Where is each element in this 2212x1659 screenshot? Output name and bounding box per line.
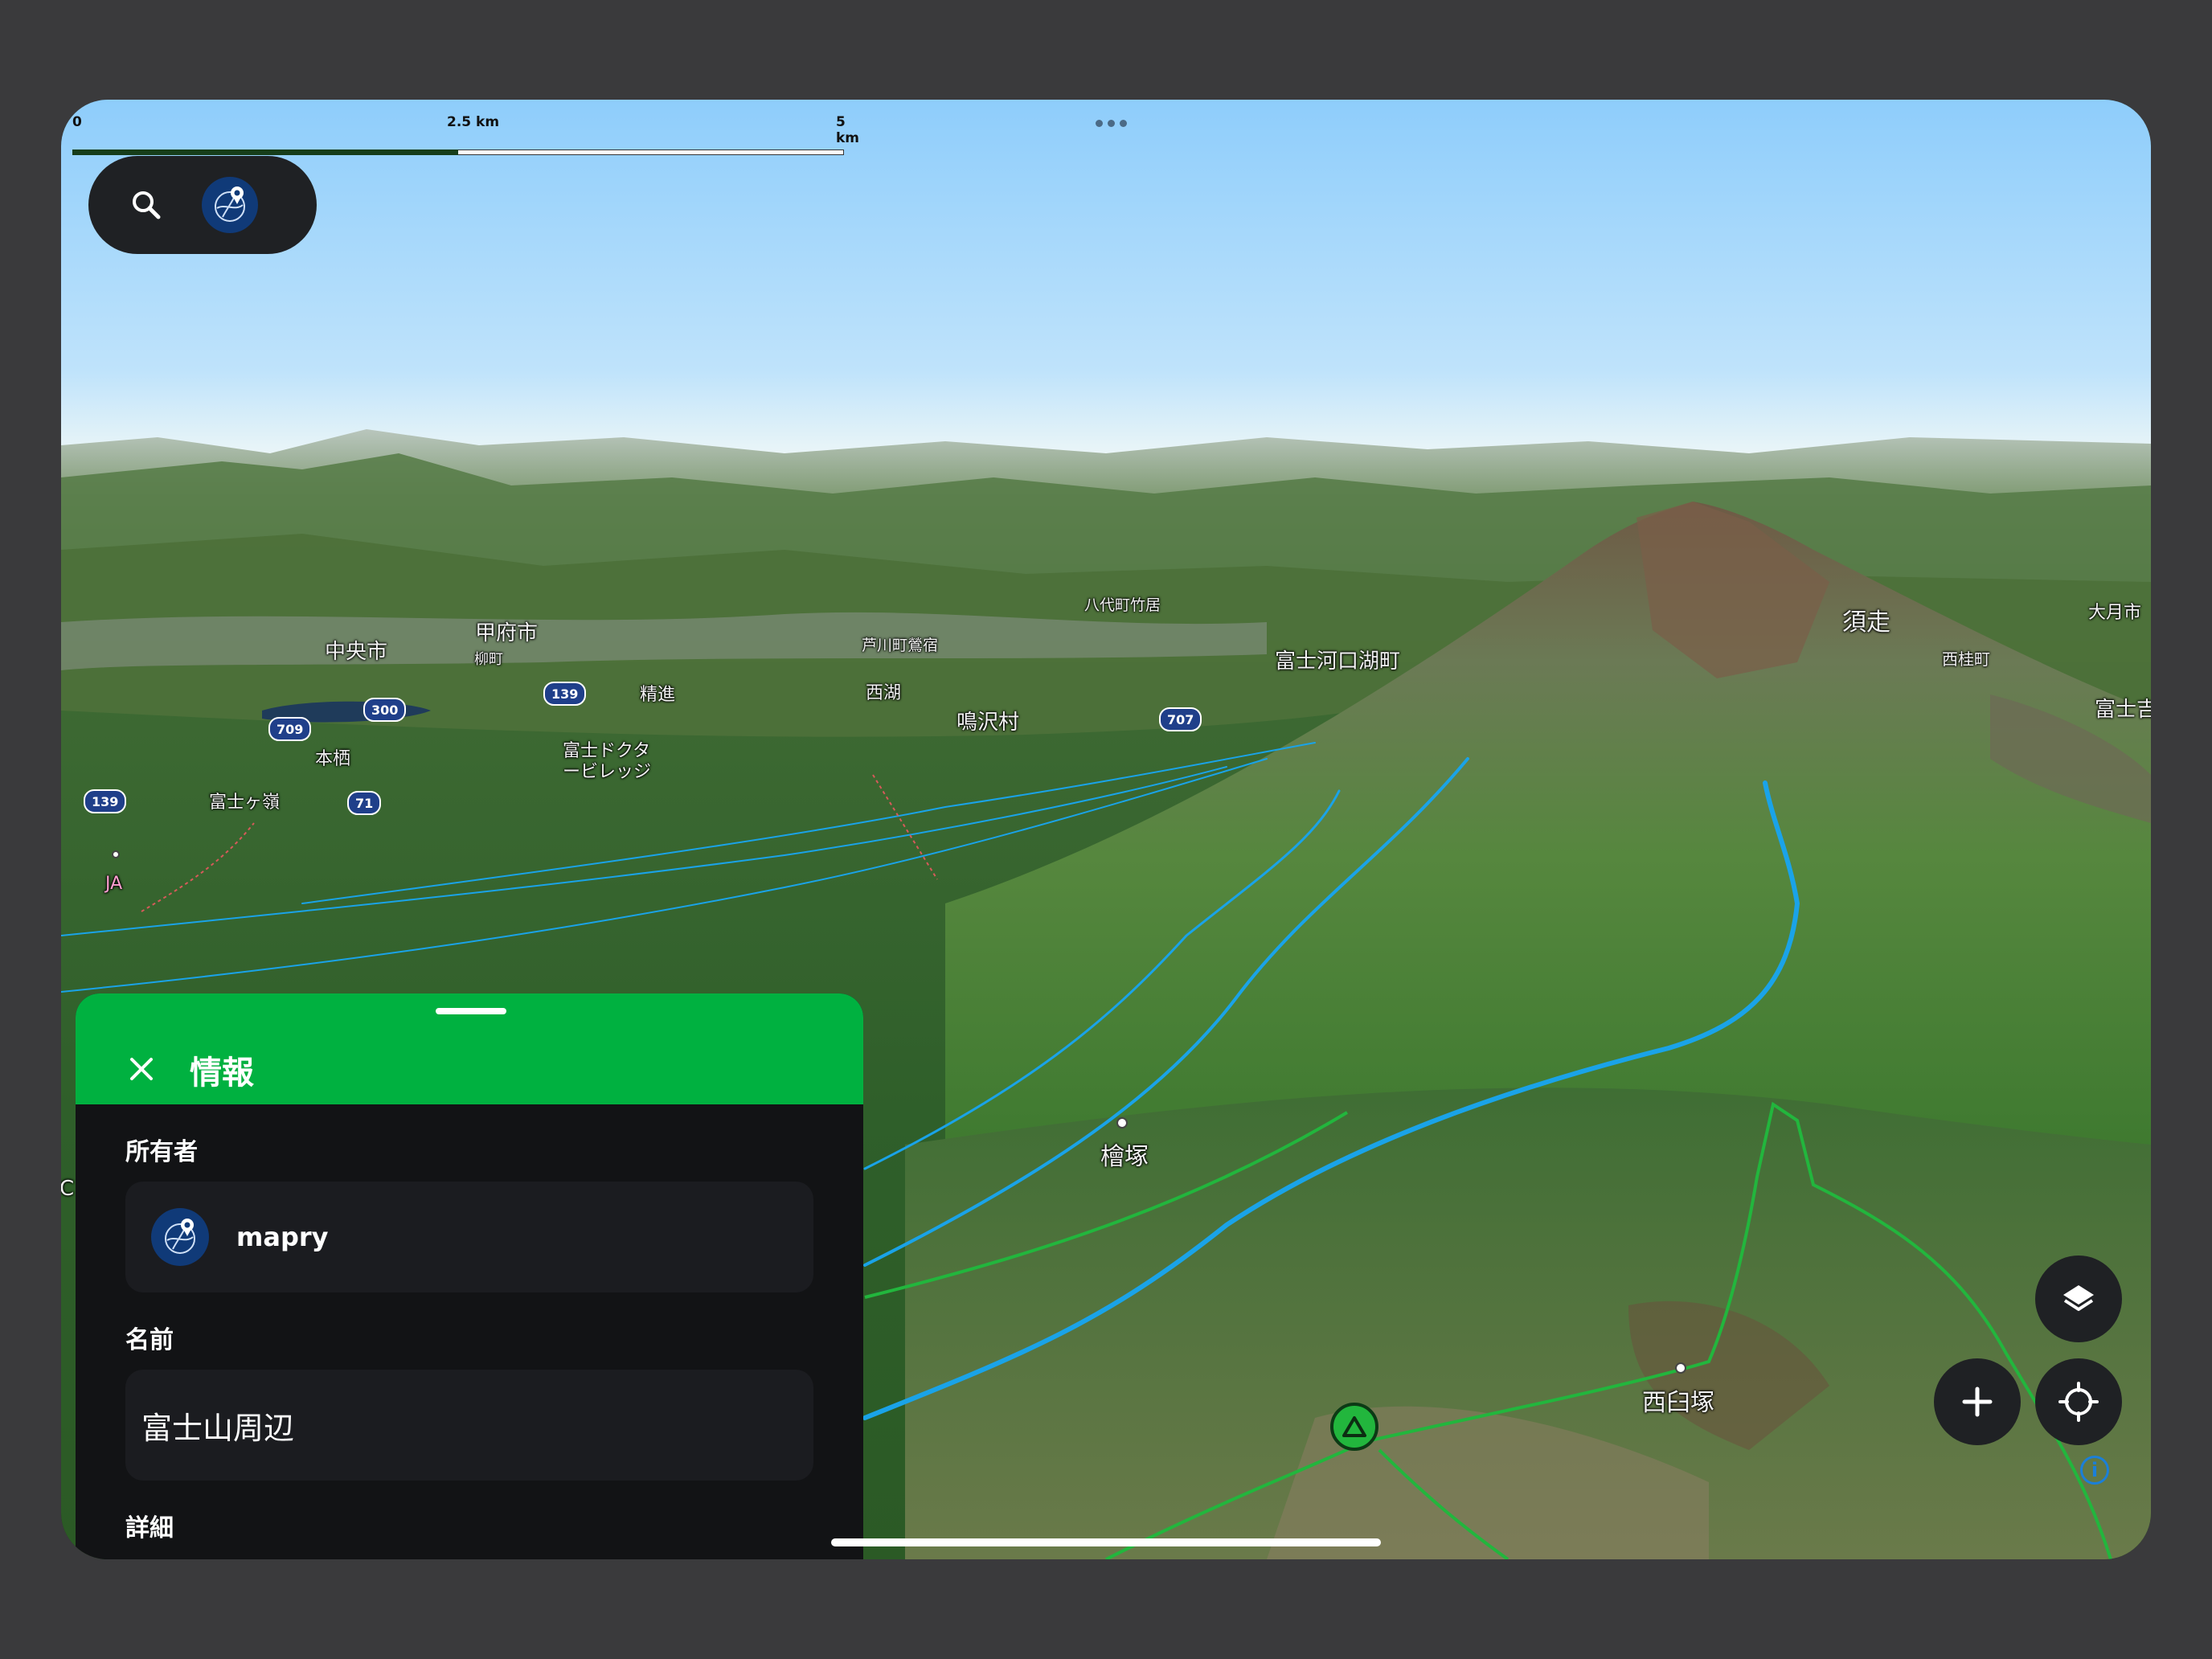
place-label[interactable]: 富士河口湖町 (1275, 645, 1400, 674)
mapry-logo-icon (202, 177, 258, 233)
place-label[interactable]: C (61, 1177, 74, 1201)
crosshair-icon (2058, 1382, 2099, 1422)
place-point (112, 850, 120, 858)
place-label[interactable]: 檜塚 (1100, 1137, 1149, 1172)
sheet-header: 情報 (76, 993, 863, 1104)
road-shield[interactable]: 71 (347, 791, 382, 815)
add-button[interactable] (1934, 1358, 2021, 1445)
avatar (151, 1208, 209, 1266)
place-label[interactable]: 八代町竹居 (1084, 593, 1161, 615)
road-shield[interactable]: 300 (363, 698, 407, 722)
sheet-grabber[interactable] (436, 1008, 506, 1014)
home-indicator[interactable] (831, 1538, 1381, 1546)
place-point (1675, 1362, 1686, 1374)
search-button[interactable] (113, 171, 180, 239)
details-label: 詳細 (125, 1514, 174, 1542)
place-label[interactable]: 鳴沢村 (956, 706, 1019, 735)
place-label[interactable]: 富士吉 (2095, 693, 2151, 723)
scale-label-2-5km: 2.5 km (447, 114, 500, 130)
road-shield[interactable]: 709 (268, 717, 312, 741)
sheet-title: 情報 (190, 1055, 254, 1092)
owner-name: mapry (236, 1222, 329, 1252)
place-label[interactable]: 中央市 (325, 635, 387, 665)
mapry-logo-icon (165, 1219, 195, 1254)
place-label[interactable]: 西湖 (866, 678, 901, 704)
road-shield[interactable]: 139 (543, 682, 587, 706)
name-label: 名前 (125, 1326, 174, 1354)
place-label[interactable]: 甲府市 (475, 616, 538, 646)
place-label[interactable]: JA (105, 874, 122, 894)
scale-label-0: 0 (72, 114, 82, 130)
layers-icon (2063, 1285, 2094, 1311)
place-point (1116, 1117, 1128, 1129)
scale-bar-fill (72, 150, 458, 155)
scale-bar: 0 2.5 km 5 km (72, 114, 859, 155)
place-label[interactable]: 富士ヶ嶺 (209, 788, 280, 813)
road-shield[interactable]: 139 (84, 789, 127, 813)
layers-button[interactable] (2035, 1256, 2122, 1342)
current-location-button[interactable] (2035, 1358, 2122, 1445)
search-icon (133, 191, 161, 219)
top-toolbar (88, 156, 317, 254)
mountain-icon (1342, 1416, 1366, 1437)
place-label[interactable]: ービレッジ (563, 757, 651, 783)
place-label[interactable]: 西桂町 (1942, 646, 1990, 670)
name-field[interactable]: 富士山周辺 (125, 1370, 813, 1481)
place-label[interactable]: 大月市 (2088, 598, 2141, 624)
place-label[interactable]: 芦川町鶯宿 (862, 633, 938, 655)
owner-label: 所有者 (125, 1138, 198, 1166)
account-button[interactable] (196, 171, 264, 239)
place-label[interactable]: 須走 (1842, 602, 1890, 637)
road-shield[interactable]: 707 (1159, 707, 1202, 731)
trail-start-marker[interactable] (1330, 1403, 1378, 1451)
name-value: 富士山周辺 (141, 1410, 295, 1446)
close-icon (130, 1058, 153, 1080)
place-label[interactable]: 西臼塚 (1642, 1382, 1714, 1418)
multitask-handle[interactable] (1087, 116, 1135, 130)
close-button[interactable] (124, 1051, 159, 1087)
scale-label-5km: 5 km (836, 114, 860, 146)
owner-field[interactable]: mapry (125, 1182, 813, 1292)
plus-icon (1962, 1387, 1993, 1417)
info-sheet: 情報 所有者 mapry 名前 富士山周辺 詳細 (76, 993, 863, 1559)
device-screen: 0 2.5 km 5 km 中央市 甲府市 柳町 精進 芦川町鶯宿 八代町竹居 … (61, 100, 2151, 1559)
place-label[interactable]: 本栖 (315, 744, 350, 770)
info-icon[interactable]: i (2080, 1456, 2109, 1485)
place-label[interactable]: 精進 (640, 680, 675, 706)
place-label[interactable]: 柳町 (474, 648, 503, 669)
